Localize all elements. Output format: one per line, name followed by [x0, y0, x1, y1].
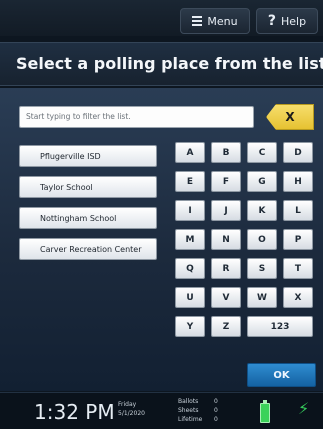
page-title: Select a polling place from the list — [16, 54, 323, 73]
clock-day: Friday — [118, 401, 137, 408]
list-item[interactable]: Nottingham School — [19, 207, 157, 229]
clock-time: 1:32 PM — [34, 400, 115, 424]
key-m[interactable]: M — [175, 229, 205, 250]
key-e[interactable]: E — [175, 171, 205, 192]
list-item-marker — [26, 152, 34, 160]
list-item-label: Nottingham School — [40, 213, 117, 223]
list-item[interactable]: Taylor School — [19, 176, 157, 198]
ballot-counts: Ballots 0 Sheets 0 Lifetime 0 — [178, 397, 218, 424]
top-bar: Menu ? Help — [0, 0, 323, 36]
key-h[interactable]: H — [283, 171, 313, 192]
count-label: Sheets — [178, 407, 199, 414]
clear-filter-button[interactable]: X — [266, 104, 314, 130]
count-label: Ballots — [178, 398, 199, 405]
polling-place-list: Pflugerville ISD Taylor School Nottingha… — [19, 145, 159, 269]
list-item[interactable]: Pflugerville ISD — [19, 145, 157, 167]
key-r[interactable]: R — [211, 258, 241, 279]
help-button[interactable]: ? Help — [256, 8, 318, 34]
list-item-label: Carver Recreation Center — [40, 244, 142, 254]
clock-date-value: 5/1/2020 — [118, 410, 145, 417]
key-numbers[interactable]: 123 — [247, 316, 313, 337]
key-p[interactable]: P — [283, 229, 313, 250]
list-item-label: Pflugerville ISD — [40, 151, 101, 161]
key-o[interactable]: O — [247, 229, 277, 250]
plug-icon: ⚡ — [298, 399, 310, 418]
count-value: 0 — [214, 398, 218, 405]
key-j[interactable]: J — [211, 200, 241, 221]
count-label: Lifetime — [178, 416, 203, 423]
list-item-marker — [26, 214, 34, 222]
list-item[interactable]: Carver Recreation Center — [19, 238, 157, 260]
key-b[interactable]: B — [211, 142, 241, 163]
key-n[interactable]: N — [211, 229, 241, 250]
key-y[interactable]: Y — [175, 316, 205, 337]
status-bar: 1:32 PM Friday 5/1/2020 Ballots 0 Sheets… — [0, 392, 323, 429]
key-f[interactable]: F — [211, 171, 241, 192]
key-k[interactable]: K — [247, 200, 277, 221]
help-label: Help — [281, 14, 307, 28]
menu-label: Menu — [207, 14, 238, 28]
menu-icon — [192, 16, 203, 26]
key-q[interactable]: Q — [175, 258, 205, 279]
key-z[interactable]: Z — [211, 316, 241, 337]
key-v[interactable]: V — [211, 287, 241, 308]
count-value: 0 — [214, 407, 218, 414]
help-icon: ? — [267, 13, 277, 29]
ok-button[interactable]: OK — [247, 363, 316, 387]
key-u[interactable]: U — [175, 287, 205, 308]
key-s[interactable]: S — [247, 258, 277, 279]
key-w[interactable]: W — [247, 287, 277, 308]
list-item-label: Taylor School — [40, 182, 93, 192]
key-g[interactable]: G — [247, 171, 277, 192]
key-d[interactable]: D — [283, 142, 313, 163]
main-panel: Start typing to filter the list. X Pflug… — [0, 88, 323, 391]
on-screen-keyboard: A B C D E F G H I J K L M N O P Q R S T — [175, 142, 315, 345]
key-i[interactable]: I — [175, 200, 205, 221]
menu-button[interactable]: Menu — [180, 8, 250, 34]
key-x[interactable]: X — [283, 287, 313, 308]
key-c[interactable]: C — [247, 142, 277, 163]
title-bar: Select a polling place from the list — [0, 42, 323, 86]
filter-input[interactable]: Start typing to filter the list. — [19, 106, 254, 128]
key-t[interactable]: T — [283, 258, 313, 279]
count-value: 0 — [214, 416, 218, 423]
key-l[interactable]: L — [283, 200, 313, 221]
list-item-marker — [26, 183, 34, 191]
key-a[interactable]: A — [175, 142, 205, 163]
list-item-marker — [26, 245, 34, 253]
battery-icon — [260, 400, 270, 423]
clock-date: Friday 5/1/2020 — [118, 400, 145, 418]
